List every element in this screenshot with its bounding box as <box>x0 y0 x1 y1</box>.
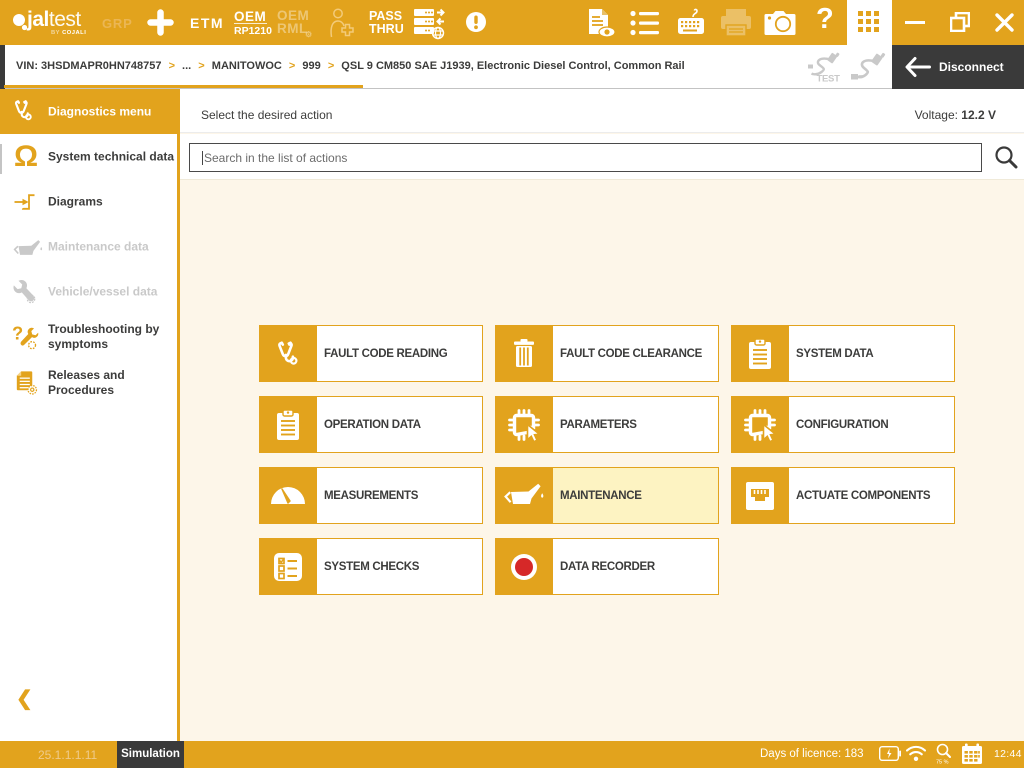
svg-text:TEST: TEST <box>817 74 841 84</box>
svg-text:75 %: 75 % <box>936 760 949 766</box>
